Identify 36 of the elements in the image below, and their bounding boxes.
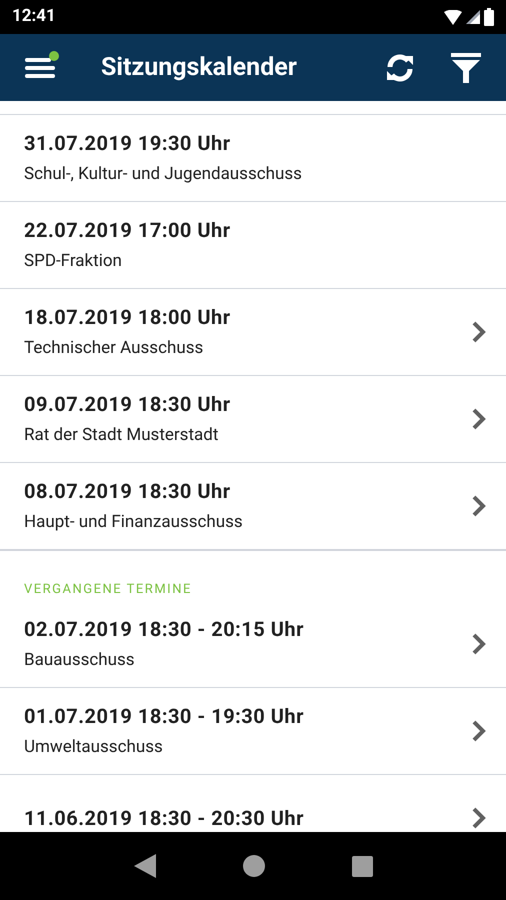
meeting-name: Technischer Ausschuss <box>24 337 204 359</box>
meeting-name: Rat der Stadt Musterstadt <box>24 424 220 446</box>
refresh-icon <box>384 52 416 84</box>
meeting-name: Schul-, Kultur- und Jugendausschuss <box>24 163 303 185</box>
meeting-date: 02.07.2019 18:30 - 20:15 Uhr <box>24 617 305 641</box>
meeting-date: 09.07.2019 18:30 Uhr <box>24 392 232 416</box>
meeting-date: 11.06.2019 18:30 - 20:30 Uhr <box>24 806 305 830</box>
menu-icon <box>25 56 55 80</box>
section-header: VERGANGENE TERMINE <box>24 582 192 597</box>
meeting-date: 18.07.2019 18:00 Uhr <box>24 305 232 329</box>
back-icon[interactable] <box>134 854 156 878</box>
meeting-row[interactable]: 09.07.2019 18:30 Uhr Rat der Stadt Musterstadt <box>0 376 506 463</box>
battery-icon <box>484 8 494 26</box>
status-time: 12:41 <box>12 5 56 28</box>
meeting-date: 01.07.2019 18:30 - 19:30 Uhr <box>24 704 305 728</box>
recents-icon[interactable] <box>352 856 372 876</box>
meeting-date: 31.07.2019 19:30 Uhr <box>24 131 232 155</box>
refresh-button[interactable] <box>384 52 416 84</box>
wifi-icon <box>444 10 462 24</box>
meeting-name: Haupt- und Finanzausschuss <box>24 511 244 533</box>
app-title: Sitzungskalender <box>101 52 298 84</box>
meeting-row[interactable]: 22.07.2019 17:00 Uhr SPD-Fraktion <box>0 202 506 289</box>
filter-icon <box>450 52 482 84</box>
meeting-row[interactable]: 18.07.2019 18:00 Uhr Technischer Ausschuss <box>0 289 506 376</box>
meeting-row[interactable]: 31.07.2019 19:30 Uhr Schul-, Kultur- und Jugendausschuss <box>0 115 506 202</box>
meeting-name: Bauausschuss <box>24 649 136 671</box>
home-icon[interactable] <box>242 855 264 877</box>
signal-icon <box>466 10 480 24</box>
filter-button[interactable] <box>450 52 482 84</box>
meeting-name: SPD-Fraktion <box>24 250 123 272</box>
meeting-name: Umweltausschuss <box>24 736 164 758</box>
meeting-date: 22.07.2019 17:00 Uhr <box>24 218 232 242</box>
meeting-date: 08.07.2019 18:30 Uhr <box>24 479 232 503</box>
meeting-row[interactable]: 08.07.2019 18:30 Uhr Haupt- und Finanzausschuss <box>0 463 506 550</box>
meeting-row[interactable]: 01.07.2019 18:30 - 19:30 Uhr Umweltausschuss <box>0 688 506 775</box>
meeting-row[interactable]: 02.07.2019 18:30 - 20:15 Uhr Bauausschuss <box>0 601 506 688</box>
